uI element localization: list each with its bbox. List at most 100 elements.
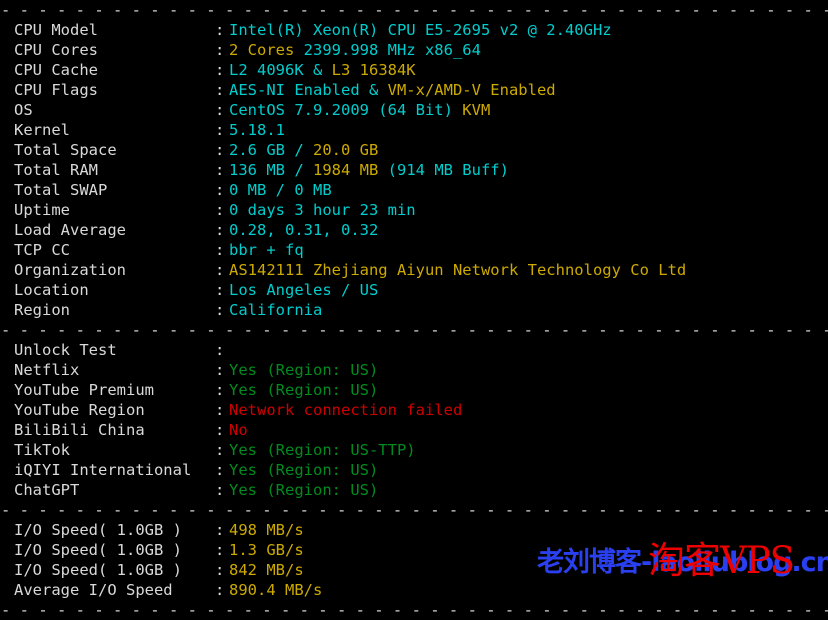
value-segment: 842 MB/s [229,561,304,579]
info-row: Netflix: Yes (Region: US) [0,360,828,380]
info-row: BiliBili China: No [0,420,828,440]
info-row-colon: : [215,421,225,439]
info-row: I/O Speed( 1.0GB ):498 MB/s [0,520,828,540]
separator-system-info: - - - - - - - - - - - - - - - - - - - - … [1,321,828,339]
info-row-colon: : [215,141,225,159]
value-segment: bbr + fq [229,241,304,259]
value-segment: Los Angeles / US [229,281,379,299]
info-row-colon: : [215,481,225,499]
info-row-colon: : [215,441,225,459]
info-row-colon: : [215,281,225,299]
info-row-value: Intel(R) Xeon(R) CPU E5-2695 v2 @ 2.40GH… [229,21,612,39]
info-row-value: 498 MB/s [229,521,304,539]
info-row-colon: : [215,121,225,139]
info-row: Region: California [0,300,828,320]
info-row: OS: CentOS 7.9.2009 (64 Bit) KVM [0,100,828,120]
value-segment: KVM [462,101,491,119]
info-row-label: Netflix [14,361,80,379]
info-row-colon: : [215,101,225,119]
info-row-colon: : [215,181,225,199]
info-row-value: 5.18.1 [229,121,285,139]
info-row-colon: : [215,361,225,379]
info-row-label: I/O Speed( 1.0GB ) [14,521,182,539]
info-row: CPU Cache: L2 4096K & L3 16384K [0,60,828,80]
info-row-value: Network connection failed [229,401,462,419]
info-row-colon: : [215,461,225,479]
info-row: Total Space:2.6 GB / 20.0 GB [0,140,828,160]
info-row-label: Region [14,301,70,319]
info-row-label: Kernel [14,121,70,139]
info-row-label: Uptime [14,201,70,219]
info-row-value: 2 Cores 2399.998 MHz x86_64 [229,41,481,59]
info-row-colon: : [215,561,225,579]
info-row-value: AES-NI Enabled & VM-x/AMD-V Enabled [229,81,556,99]
info-row: Uptime:0 days 3 hour 23 min [0,200,828,220]
value-segment: AES-NI Enabled & [229,81,388,99]
value-segment: 0 MB / 0 MB [229,181,332,199]
info-row-colon: : [215,341,225,359]
info-row: Unlock Test: [0,340,828,360]
info-row: I/O Speed( 1.0GB ):842 MB/s [0,560,828,580]
value-segment: Yes (Region: US) [229,481,379,499]
info-row-colon: : [215,301,225,319]
info-row-value: 842 MB/s [229,561,304,579]
info-row: YouTube Region: Network connection failed [0,400,828,420]
info-row: CPU Cores:2 Cores 2399.998 MHz x86_64 [0,40,828,60]
value-segment: 1984 MB [313,161,388,179]
value-segment: California [229,301,323,319]
info-row: I/O Speed( 1.0GB ):1.3 GB/s [0,540,828,560]
value-segment: Intel(R) Xeon(R) CPU E5-2695 v2 @ 2.40GH… [229,21,612,39]
info-row-value: California [229,301,322,319]
value-segment: L2 4096K & [229,61,332,79]
value-segment: AS142111 Zhejiang Aiyun Network Technolo… [229,261,687,279]
terminal-output: - - - - - - - - - - - - - - - - - - - - … [0,0,828,619]
info-row-label: Total Space [14,141,117,159]
info-row-label: CPU Cores [14,41,98,59]
value-segment: 2 Cores [229,41,304,59]
info-row-label: Average I/O Speed [14,581,173,599]
info-row: YouTube Premium: Yes (Region: US) [0,380,828,400]
value-segment: 498 MB/s [229,521,304,539]
info-row-label: Organization [14,261,126,279]
info-row-colon: : [215,21,225,39]
value-segment: Yes (Region: US) [229,381,379,399]
info-row-colon: : [215,381,225,399]
info-row: TikTok: Yes (Region: US-TTP) [0,440,828,460]
info-row: Total SWAP:0 MB / 0 MB [0,180,828,200]
info-row-value: 0 days 3 hour 23 min [229,201,416,219]
info-row-colon: : [215,541,225,559]
info-row-colon: : [215,201,225,219]
info-row: ChatGPT: Yes (Region: US) [0,480,828,500]
info-row: Total RAM:136 MB / 1984 MB (914 MB Buff) [0,160,828,180]
info-row-label: iQIYI International [14,461,192,479]
info-row-label: YouTube Region [14,401,145,419]
info-row-label: Location [14,281,89,299]
value-segment: (914 MB Buff) [387,161,509,179]
info-row-label: ChatGPT [14,481,80,499]
info-row-label: Load Average [14,221,126,239]
info-row-label: YouTube Premium [14,381,154,399]
separator-top: - - - - - - - - - - - - - - - - - - - - … [1,1,828,19]
info-row: Average I/O Speed:890.4 MB/s [0,580,828,600]
info-row-label: Total SWAP [14,181,108,199]
value-segment: 20.0 GB [313,141,379,159]
info-row-value: 0 MB / 0 MB [229,181,332,199]
info-row-label: I/O Speed( 1.0GB ) [14,541,182,559]
value-segment: CentOS 7.9.2009 (64 Bit) [229,101,463,119]
info-row-label: Unlock Test [14,341,117,359]
value-segment: 890.4 MB/s [229,581,323,599]
info-row-label: I/O Speed( 1.0GB ) [14,561,182,579]
info-row-value: 136 MB / 1984 MB (914 MB Buff) [229,161,509,179]
value-segment: Yes (Region: US) [229,361,379,379]
value-segment: Yes (Region: US) [229,461,379,479]
info-row-colon: : [215,261,225,279]
info-row: Organization: AS142111 Zhejiang Aiyun Net… [0,260,828,280]
info-row-value: 890.4 MB/s [229,581,322,599]
info-row-value: 0.28, 0.31, 0.32 [229,221,378,239]
separator-unlock-test: - - - - - - - - - - - - - - - - - - - - … [1,501,828,519]
info-row-colon: : [215,61,225,79]
info-row: TCP CC: bbr + fq [0,240,828,260]
info-row: Load Average:0.28, 0.31, 0.32 [0,220,828,240]
value-segment: No [229,421,248,439]
info-row-colon: : [215,241,225,259]
